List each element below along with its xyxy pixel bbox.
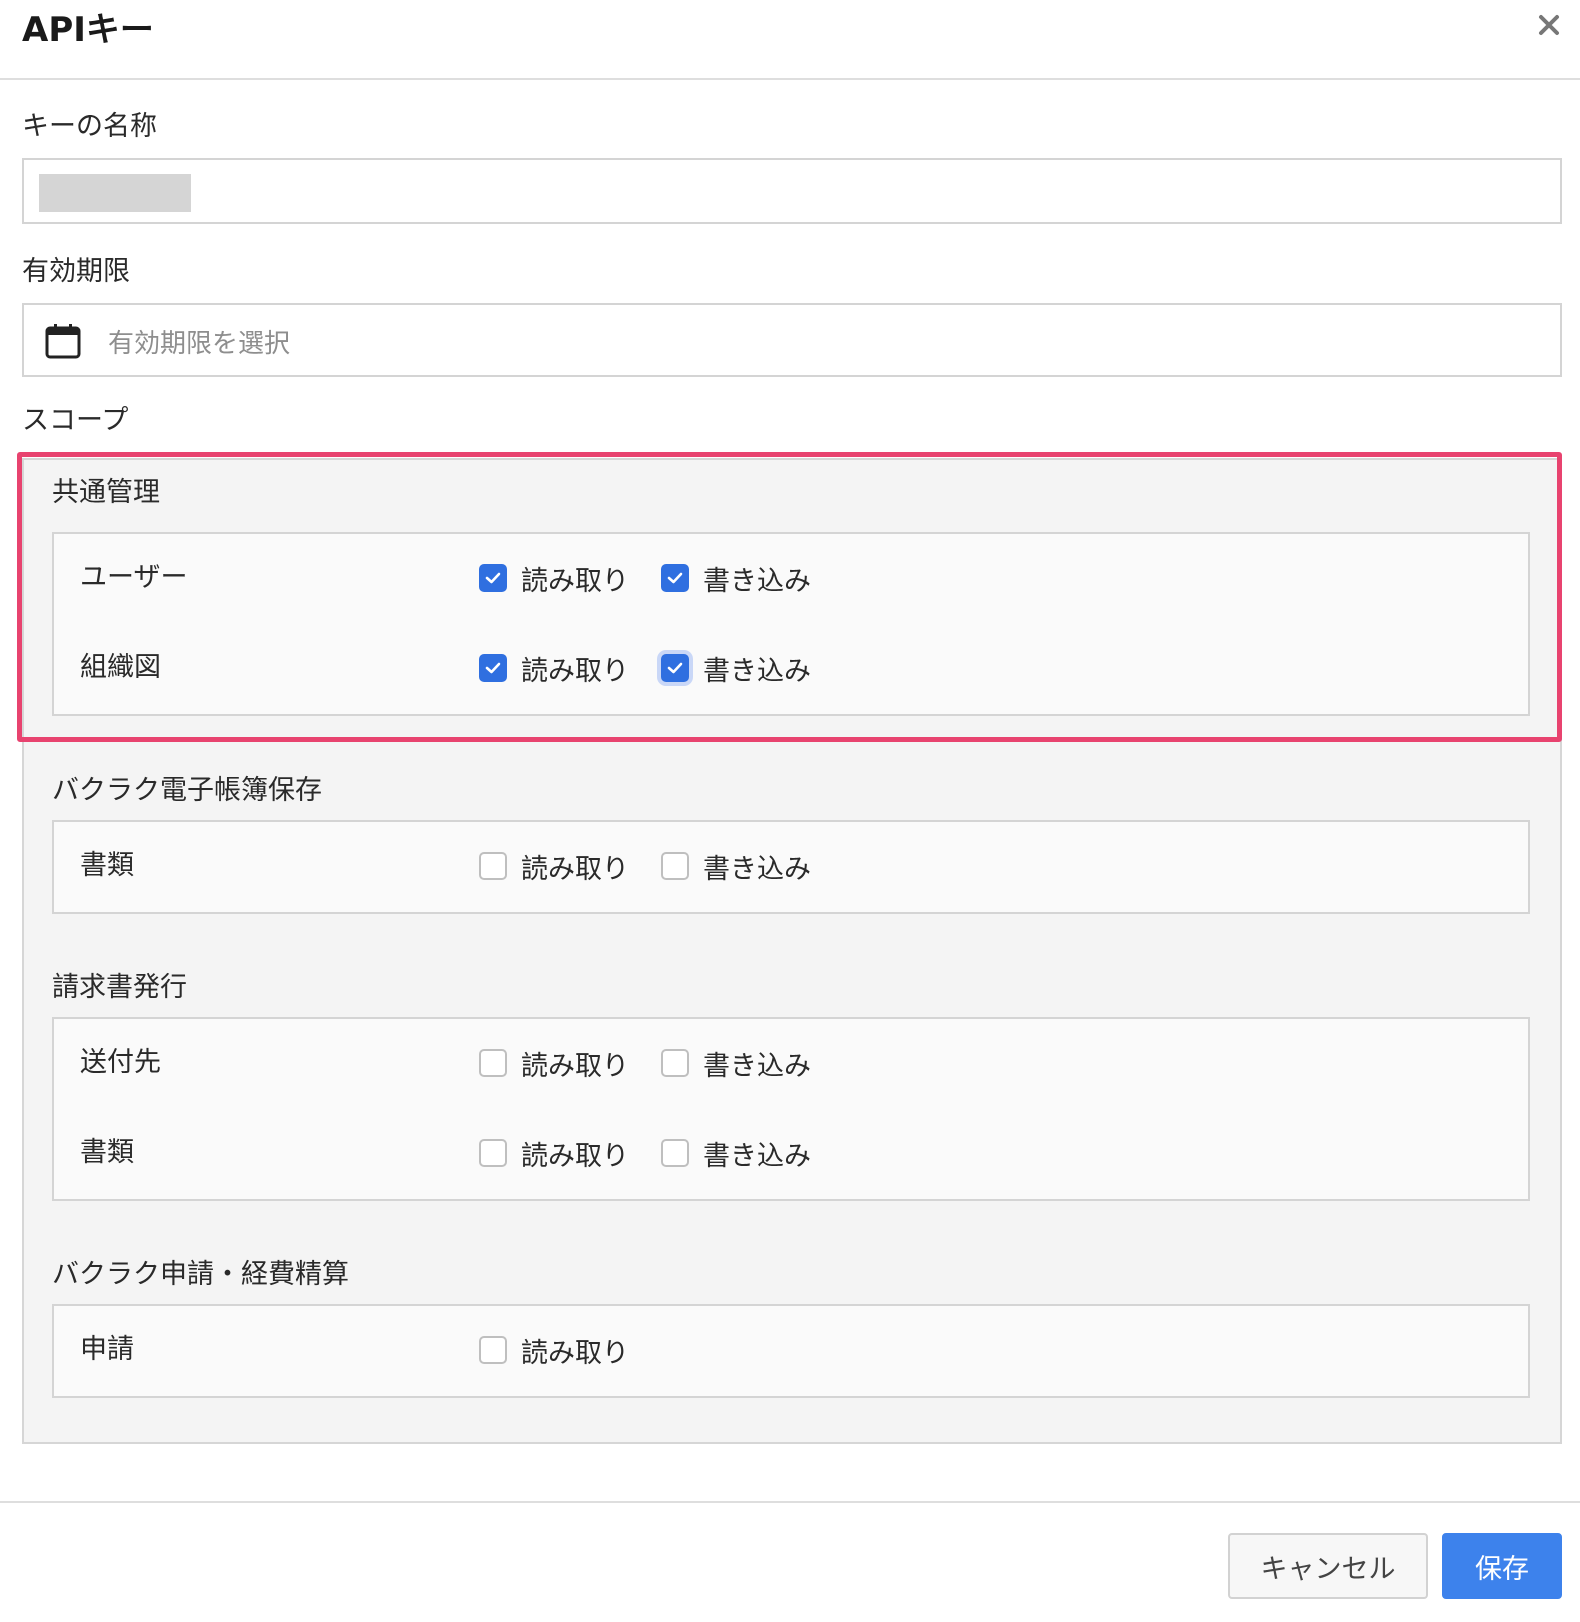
scope-row-users: ユーザー 読み取り 書き込み [54, 558, 1528, 598]
checkbox-label: 読み取り [521, 655, 629, 687]
key-name-label: キーの名称 [22, 111, 157, 142]
scope-row-label: 書類 [80, 1137, 134, 1168]
checkbox-icon[interactable] [479, 654, 507, 682]
org-chart-read-checkbox[interactable]: 読み取り [479, 648, 629, 688]
save-button[interactable]: 保存 [1442, 1533, 1562, 1599]
cancel-button[interactable]: キャンセル [1228, 1533, 1428, 1599]
scope-row-documents: 書類 読み取り 書き込み [54, 1133, 1528, 1173]
scope-group-expense: 申請 読み取り [52, 1304, 1530, 1398]
footer-divider [0, 1501, 1580, 1503]
checkbox-icon[interactable] [479, 1336, 507, 1364]
key-name-input[interactable] [22, 158, 1562, 224]
applications-read-checkbox[interactable]: 読み取り [479, 1330, 629, 1370]
ebook-documents-read-checkbox[interactable]: 読み取り [479, 846, 629, 886]
checkbox-label: 読み取り [521, 853, 629, 885]
scope-row-label: 組織図 [80, 652, 161, 683]
ebook-documents-write-checkbox[interactable]: 書き込み [661, 846, 811, 886]
checkbox-icon[interactable] [661, 654, 689, 682]
invoice-documents-write-checkbox[interactable]: 書き込み [661, 1133, 811, 1173]
checkbox-label: 読み取り [521, 1050, 629, 1082]
expiry-label: 有効期限 [22, 256, 130, 287]
users-write-checkbox[interactable]: 書き込み [661, 558, 811, 598]
scope-group-title: バクラク電子帳簿保存 [52, 775, 322, 806]
scope-row-applications: 申請 読み取り [54, 1330, 1528, 1370]
scope-row-org-chart: 組織図 読み取り 書き込み [54, 648, 1528, 688]
checkbox-label: 読み取り [521, 1140, 629, 1172]
checkbox-icon[interactable] [661, 564, 689, 592]
scope-row-recipients: 送付先 読み取り 書き込み [54, 1043, 1528, 1083]
users-read-checkbox[interactable]: 読み取り [479, 558, 629, 598]
invoice-documents-read-checkbox[interactable]: 読み取り [479, 1133, 629, 1173]
calendar-icon [45, 323, 81, 359]
checkbox-icon[interactable] [661, 1049, 689, 1077]
scope-group-title: バクラク申請・経費精算 [52, 1259, 349, 1290]
redacted-key-name [39, 174, 191, 212]
checkbox-icon[interactable] [661, 1139, 689, 1167]
dialog-title: APIキー [22, 10, 154, 50]
checkbox-icon[interactable] [479, 852, 507, 880]
checkbox-label: 書き込み [703, 1050, 811, 1082]
close-icon[interactable] [1534, 10, 1564, 40]
checkbox-label: 書き込み [703, 1140, 811, 1172]
checkbox-label: 書き込み [703, 655, 811, 687]
dialog-header: APIキー [0, 0, 1580, 80]
scope-label: スコープ [22, 405, 129, 436]
scope-group-common: ユーザー 読み取り 書き込み 組織図 読み取り 書き込み [52, 532, 1530, 716]
scope-group-invoice: 送付先 読み取り 書き込み 書類 読み取り 書き込み [52, 1017, 1530, 1201]
checkbox-icon[interactable] [479, 564, 507, 592]
scope-row-label: 申請 [80, 1334, 134, 1365]
scope-row-label: 書類 [80, 850, 134, 881]
scope-group-title: 共通管理 [52, 477, 160, 508]
checkbox-icon[interactable] [479, 1049, 507, 1077]
recipients-read-checkbox[interactable]: 読み取り [479, 1043, 629, 1083]
recipients-write-checkbox[interactable]: 書き込み [661, 1043, 811, 1083]
checkbox-label: 読み取り [521, 565, 629, 597]
scope-row-label: 送付先 [80, 1047, 161, 1078]
scope-group-title: 請求書発行 [52, 972, 187, 1003]
org-chart-write-checkbox[interactable]: 書き込み [661, 648, 811, 688]
checkbox-label: 書き込み [703, 565, 811, 597]
checkbox-icon[interactable] [479, 1139, 507, 1167]
scope-group-e-book: 書類 読み取り 書き込み [52, 820, 1530, 914]
scope-row-documents: 書類 読み取り 書き込み [54, 846, 1528, 886]
checkbox-label: 読み取り [521, 1337, 629, 1369]
expiry-date-picker[interactable]: 有効期限を選択 [22, 303, 1562, 377]
expiry-placeholder: 有効期限を選択 [108, 329, 291, 359]
scope-row-label: ユーザー [80, 562, 188, 593]
checkbox-icon[interactable] [661, 852, 689, 880]
checkbox-label: 書き込み [703, 853, 811, 885]
